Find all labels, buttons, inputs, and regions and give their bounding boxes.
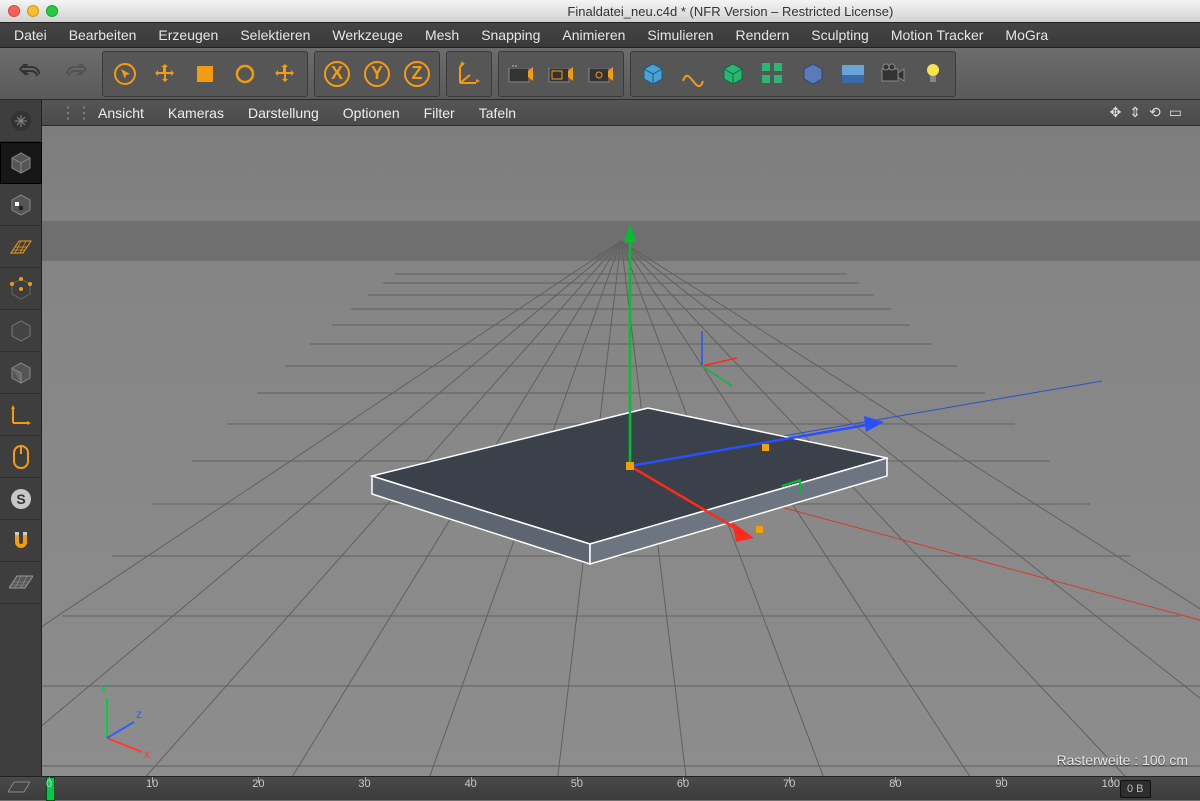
- vpmenu-filter[interactable]: Filter: [424, 105, 455, 121]
- render-group: [498, 51, 624, 97]
- coord-system-group: [446, 51, 492, 97]
- tick-100: 100: [1102, 778, 1120, 790]
- viewport-nav-zoom-icon[interactable]: ⇕: [1129, 104, 1141, 121]
- tick-70: 70: [783, 778, 795, 790]
- window-titlebar: Finaldatei_neu.c4d * (NFR Version – Rest…: [0, 0, 1200, 22]
- main-menubar: Datei Bearbeiten Erzeugen Selektieren We…: [0, 22, 1200, 48]
- tick-80: 80: [889, 778, 901, 790]
- vpmenu-optionen[interactable]: Optionen: [343, 105, 400, 121]
- close-window-icon[interactable]: [8, 5, 20, 17]
- point-mode-icon[interactable]: [0, 268, 42, 310]
- main-area: S ⋮⋮ Ansicht Kameras Darstellung Optione…: [0, 100, 1200, 776]
- scale-icon[interactable]: [185, 54, 225, 94]
- tick-30: 30: [358, 778, 370, 790]
- vpmenu-darstellung[interactable]: Darstellung: [248, 105, 319, 121]
- menu-simulieren[interactable]: Simulieren: [647, 27, 713, 43]
- viewport-nav-icons: ✥ ⇕ ⟲ ▭: [1110, 104, 1182, 121]
- grid-floor-icon[interactable]: [0, 562, 42, 604]
- free-transform-icon[interactable]: [265, 54, 305, 94]
- window-controls: [8, 5, 58, 17]
- camera-icon[interactable]: [873, 54, 913, 94]
- vpmenu-tafeln[interactable]: Tafeln: [479, 105, 516, 121]
- menu-bearbeiten[interactable]: Bearbeiten: [69, 27, 137, 43]
- viewport-menubar: ⋮⋮ Ansicht Kameras Darstellung Optionen …: [42, 100, 1200, 126]
- timeline-ticks: 0 10 20 30 40 50 60 70 80 90 100: [46, 777, 1120, 800]
- timeline-icon[interactable]: [8, 780, 30, 801]
- vpmenu-ansicht[interactable]: Ansicht: [98, 105, 144, 121]
- viewport-grip-icon[interactable]: ⋮⋮: [60, 103, 74, 123]
- minimize-window-icon[interactable]: [27, 5, 39, 17]
- texture-mode-icon[interactable]: [0, 184, 42, 226]
- workplane-icon[interactable]: [0, 226, 42, 268]
- mouse-icon[interactable]: [0, 436, 42, 478]
- redo-icon[interactable]: [56, 54, 96, 94]
- menu-mesh[interactable]: Mesh: [425, 27, 459, 43]
- menu-selektieren[interactable]: Selektieren: [240, 27, 310, 43]
- menu-motion-tracker[interactable]: Motion Tracker: [891, 27, 984, 43]
- select-arrow-icon[interactable]: [105, 54, 145, 94]
- nurbs-icon[interactable]: [713, 54, 753, 94]
- environment-icon[interactable]: [833, 54, 873, 94]
- tick-20: 20: [252, 778, 264, 790]
- main-toolbar: X Y Z: [0, 48, 1200, 100]
- menu-erzeugen[interactable]: Erzeugen: [158, 27, 218, 43]
- tick-0: 0: [46, 778, 52, 790]
- timeline-track[interactable]: 0 10 20 30 40 50 60 70 80 90 100: [46, 777, 1120, 800]
- edge-mode-icon[interactable]: [0, 310, 42, 352]
- window-title: Finaldatei_neu.c4d * (NFR Version – Rest…: [567, 4, 893, 19]
- tick-60: 60: [677, 778, 689, 790]
- poly-mode-icon[interactable]: [0, 352, 42, 394]
- viewport-container: ⋮⋮ Ansicht Kameras Darstellung Optionen …: [42, 100, 1200, 776]
- svg-text:x: x: [144, 747, 150, 761]
- viewport-nav-orbit-icon[interactable]: ⟲: [1149, 104, 1161, 121]
- svg-text:S: S: [16, 491, 25, 507]
- world-axis-icon[interactable]: [449, 54, 489, 94]
- axis-arrow-icon[interactable]: [0, 394, 42, 436]
- light-icon[interactable]: [913, 54, 953, 94]
- vpmenu-kameras[interactable]: Kameras: [168, 105, 224, 121]
- make-editable-icon[interactable]: [0, 100, 42, 142]
- menu-mograph[interactable]: MoGra: [1005, 27, 1048, 43]
- array-icon[interactable]: [753, 54, 793, 94]
- menu-snapping[interactable]: Snapping: [481, 27, 540, 43]
- tick-50: 50: [571, 778, 583, 790]
- svg-text:Y: Y: [100, 683, 108, 697]
- move-icon[interactable]: [145, 54, 185, 94]
- axis-y-button[interactable]: Y: [357, 54, 397, 94]
- menu-datei[interactable]: Datei: [14, 27, 47, 43]
- viewport-nav-maximize-icon[interactable]: ▭: [1169, 104, 1182, 121]
- tick-40: 40: [465, 778, 477, 790]
- deformer-icon[interactable]: [793, 54, 833, 94]
- svg-text:z: z: [136, 707, 142, 721]
- zoom-window-icon[interactable]: [46, 5, 58, 17]
- render-region-icon[interactable]: [541, 54, 581, 94]
- magnet-icon[interactable]: [0, 520, 42, 562]
- timeline-bar: 0 10 20 30 40 50 60 70 80 90 100 0 B: [0, 776, 1200, 800]
- menu-rendern[interactable]: Rendern: [736, 27, 790, 43]
- menu-werkzeuge[interactable]: Werkzeuge: [332, 27, 403, 43]
- undo-icon[interactable]: [10, 54, 50, 94]
- viewport-nav-move-icon[interactable]: ✥: [1110, 104, 1122, 121]
- menu-sculpting[interactable]: Sculpting: [811, 27, 869, 43]
- rotate-icon[interactable]: [225, 54, 265, 94]
- tick-90: 90: [995, 778, 1007, 790]
- axis-lock-group: X Y Z: [314, 51, 440, 97]
- transform-tools-group: [102, 51, 308, 97]
- render-view-icon[interactable]: [501, 54, 541, 94]
- tick-10: 10: [146, 778, 158, 790]
- timeline-end: 0 B: [1120, 780, 1200, 798]
- spline-icon[interactable]: [673, 54, 713, 94]
- axis-x-button[interactable]: X: [317, 54, 357, 94]
- primitive-cube-icon[interactable]: [633, 54, 673, 94]
- menu-animieren[interactable]: Animieren: [562, 27, 625, 43]
- render-settings-icon[interactable]: [581, 54, 621, 94]
- viewport-3d[interactable]: Y x z Rasterweite : 100 cm: [42, 126, 1200, 776]
- grid-status-label: Rasterweite : 100 cm: [1057, 752, 1189, 768]
- model-mode-icon[interactable]: [0, 142, 42, 184]
- memory-counter: 0 B: [1120, 780, 1151, 798]
- mode-palette: S: [0, 100, 42, 776]
- axis-z-button[interactable]: Z: [397, 54, 437, 94]
- object-create-group: [630, 51, 956, 97]
- s-icon[interactable]: S: [0, 478, 42, 520]
